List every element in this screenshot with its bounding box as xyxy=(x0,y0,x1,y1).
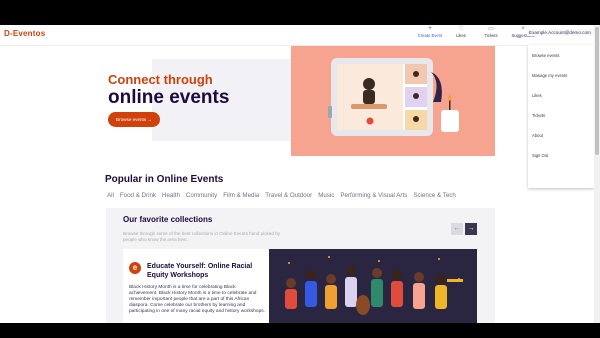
plus-icon: + xyxy=(428,26,432,32)
likes-label: Likes xyxy=(456,33,466,38)
hero-title: online events xyxy=(108,87,230,108)
brand-logo[interactable]: D-Eventos xyxy=(4,29,45,38)
collection-card-image xyxy=(269,249,477,323)
collections-subtitle: Browse through some of the best collecti… xyxy=(123,231,281,242)
collection-card-title[interactable]: Educate Yourself: Online Racial Equity W… xyxy=(147,263,265,280)
popular-heading: Popular in Online Events xyxy=(105,174,224,185)
musicians-illustration xyxy=(269,249,477,323)
menu-item-about[interactable]: About xyxy=(532,133,543,138)
category-tabs: All Food & Drink Health Community Film &… xyxy=(107,192,456,199)
nav-actions: + Create Event ♡ Likes ▭ Tickets ✧ Sugge… xyxy=(414,26,540,38)
tickets-button[interactable]: ▭ Tickets xyxy=(476,26,506,38)
browser-viewport: Connect through online events Browse eve… xyxy=(0,25,600,323)
tab-health[interactable]: Health xyxy=(162,192,180,199)
likes-button[interactable]: ♡ Likes xyxy=(446,26,476,38)
hero-illustration xyxy=(291,44,495,156)
tab-all[interactable]: All xyxy=(107,192,114,199)
menu-item-manage-events[interactable]: Manage my events xyxy=(532,73,567,78)
eventbrite-logo-icon: e xyxy=(129,262,141,274)
tab-food-drink[interactable]: Food & Drink xyxy=(120,192,156,199)
create-event-label: Create Event xyxy=(417,33,443,38)
collection-card-body: Black History Month is a time for celebr… xyxy=(129,285,265,314)
menu-item-tickets[interactable]: Tickets xyxy=(532,113,545,118)
tickets-label: Tickets xyxy=(484,33,498,38)
tab-film-media[interactable]: Film & Media xyxy=(223,192,259,199)
previous-arrow-icon[interactable]: ← xyxy=(451,223,463,235)
online-meeting-illustration xyxy=(328,58,459,136)
menu-item-likes[interactable]: Likes xyxy=(532,93,542,98)
tab-music[interactable]: Music xyxy=(318,192,334,199)
top-navigation-bar: D-Eventos + Create Event ♡ Likes ▭ Ticke… xyxy=(0,25,600,46)
ticket-icon: ▭ xyxy=(488,26,494,32)
account-dropdown-menu: Browse events Manage my events Likes Tic… xyxy=(528,45,594,188)
next-arrow-icon[interactable]: → xyxy=(465,223,477,235)
tab-community[interactable]: Community xyxy=(186,192,217,199)
tab-performing-visual-arts[interactable]: Performing & Visual Arts xyxy=(340,192,407,199)
create-event-button[interactable]: + Create Event xyxy=(414,26,446,38)
collections-title: Our favorite collections xyxy=(123,215,213,224)
scrollbar-thumb[interactable] xyxy=(595,27,599,155)
tab-travel-outdoor[interactable]: Travel & Outdoor xyxy=(265,192,312,199)
browse-events-button[interactable]: Browse events → xyxy=(108,112,160,127)
menu-item-browse-events[interactable]: Browse events xyxy=(532,53,559,58)
menu-item-sign-out[interactable]: Sign Out xyxy=(532,153,548,158)
account-menu-button[interactable]: Example.Account@demo.com xyxy=(527,29,595,36)
heart-icon: ♡ xyxy=(458,26,464,32)
hero-subtitle: Connect through xyxy=(108,72,213,87)
tab-science-tech[interactable]: Science & Tech xyxy=(413,192,456,199)
